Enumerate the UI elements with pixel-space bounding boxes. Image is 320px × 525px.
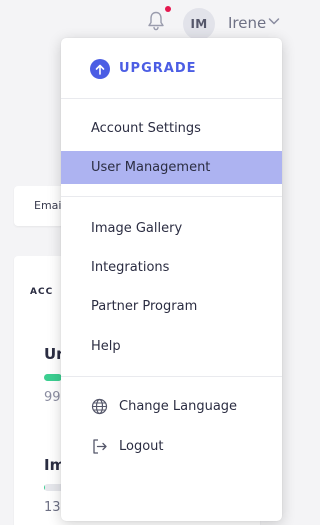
bell-icon[interactable] [146,10,166,32]
menu-item-label: User Management [91,160,211,175]
menu-item-label: Change Language [119,399,238,414]
menu-divider [61,98,282,99]
notification-dot [165,6,171,12]
email-card-label: Emai [34,199,62,212]
menu-item-help[interactable]: Help [61,330,282,363]
menu-item-account-settings[interactable]: Account Settings [61,112,282,145]
avatar[interactable]: IM [183,8,215,40]
chevron-down-icon[interactable] [268,17,280,26]
user-dropdown-menu: UPGRADE Account Settings User Management… [61,38,282,521]
menu-item-label: Partner Program [91,299,198,314]
users-progress-fill [44,374,62,381]
menu-item-logout[interactable]: Logout [61,430,282,463]
menu-divider [61,196,282,197]
upgrade-label: UPGRADE [119,61,197,76]
menu-item-integrations[interactable]: Integrations [61,251,282,284]
menu-item-label: Help [91,339,121,354]
logout-icon [93,439,107,454]
menu-item-label: Image Gallery [91,221,183,236]
globe-icon [91,398,108,415]
menu-item-label: Integrations [91,260,170,275]
menu-item-label: Account Settings [91,121,201,136]
menu-item-user-management[interactable]: User Management [61,151,282,184]
user-name[interactable]: Irene [228,14,266,32]
menu-item-change-language[interactable]: Change Language [61,390,282,423]
menu-item-image-gallery[interactable]: Image Gallery [61,212,282,245]
users-value: 99 [44,390,61,405]
account-heading: ACC [30,287,54,297]
arrow-up-icon [90,59,110,79]
menu-item-partner-program[interactable]: Partner Program [61,290,282,323]
upgrade-button[interactable]: UPGRADE [61,55,282,83]
menu-divider [61,376,282,377]
menu-item-label: Logout [119,439,164,454]
